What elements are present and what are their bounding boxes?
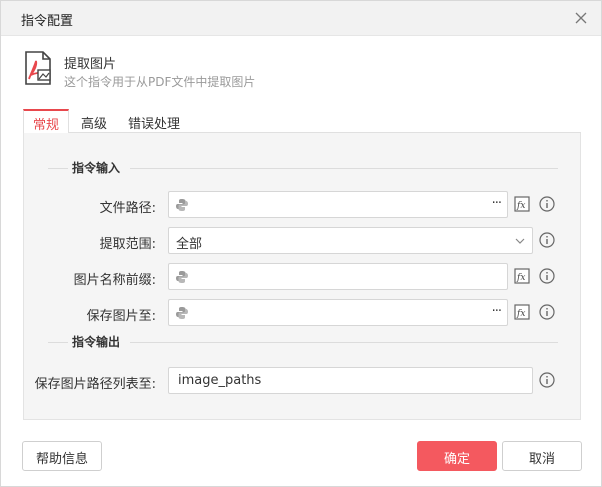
divider: [48, 168, 68, 169]
fx-icon[interactable]: fx: [514, 268, 530, 284]
file-path-label: 文件路径:: [99, 201, 156, 216]
extract-range-label: 提取范围:: [99, 237, 156, 252]
fx-icon[interactable]: fx: [514, 304, 530, 320]
settings-panel: 指令输入 文件路径: ··· fx 提取范围: 全部 图片名称前缀: fx 保存…: [23, 133, 581, 420]
info-icon[interactable]: [539, 372, 555, 388]
save-to-input[interactable]: ···: [168, 299, 508, 326]
cancel-button[interactable]: 取消: [502, 441, 582, 471]
command-config-dialog: 指令配置 提取图片 这个指令用于从PDF文件中提取图片 常规 高级 错误处理 指…: [0, 0, 602, 487]
python-icon: [176, 307, 188, 319]
info-icon[interactable]: [539, 196, 555, 212]
browse-button[interactable]: ···: [492, 304, 502, 319]
ok-button[interactable]: 确定: [417, 441, 497, 471]
svg-text:fx: fx: [516, 309, 525, 319]
tab-error-handling[interactable]: 错误处理: [121, 109, 187, 133]
extract-range-select[interactable]: 全部: [168, 227, 533, 254]
close-icon[interactable]: [573, 10, 589, 26]
tab-advanced[interactable]: 高级: [73, 109, 115, 133]
command-description: 这个指令用于从PDF文件中提取图片: [64, 75, 256, 89]
title-bar: 指令配置: [1, 1, 601, 36]
save-to-label: 保存图片至:: [86, 309, 156, 324]
divider: [130, 168, 558, 169]
svg-text:fx: fx: [516, 273, 525, 283]
output-list-value: image_paths: [178, 373, 262, 388]
output-section-title: 指令输出: [72, 335, 121, 349]
name-prefix-label: 图片名称前缀:: [73, 273, 156, 288]
command-name: 提取图片: [64, 57, 117, 72]
input-section-title: 指令输入: [72, 161, 121, 175]
pdf-image-icon: [25, 51, 51, 85]
help-button[interactable]: 帮助信息: [22, 441, 102, 471]
input-section-header: 指令输入: [24, 159, 580, 177]
dialog-title: 指令配置: [21, 14, 74, 29]
info-icon[interactable]: [539, 232, 555, 248]
fx-icon[interactable]: fx: [514, 196, 530, 212]
file-path-input[interactable]: ···: [168, 191, 508, 218]
divider: [48, 342, 68, 343]
browse-button[interactable]: ···: [492, 196, 502, 211]
python-icon: [176, 271, 188, 283]
output-section-header: 指令输出: [24, 333, 580, 351]
info-icon[interactable]: [539, 304, 555, 320]
python-icon: [176, 199, 188, 211]
chevron-down-icon: [515, 238, 525, 244]
name-prefix-input[interactable]: [168, 263, 508, 290]
output-list-input[interactable]: image_paths: [168, 367, 533, 394]
divider: [130, 342, 558, 343]
info-icon[interactable]: [539, 268, 555, 284]
tab-bar: 常规 高级 错误处理: [23, 109, 581, 134]
tab-general[interactable]: 常规: [23, 109, 69, 134]
extract-range-value: 全部: [176, 237, 203, 252]
output-list-label: 保存图片路径列表至:: [34, 377, 156, 392]
svg-text:fx: fx: [516, 201, 525, 211]
